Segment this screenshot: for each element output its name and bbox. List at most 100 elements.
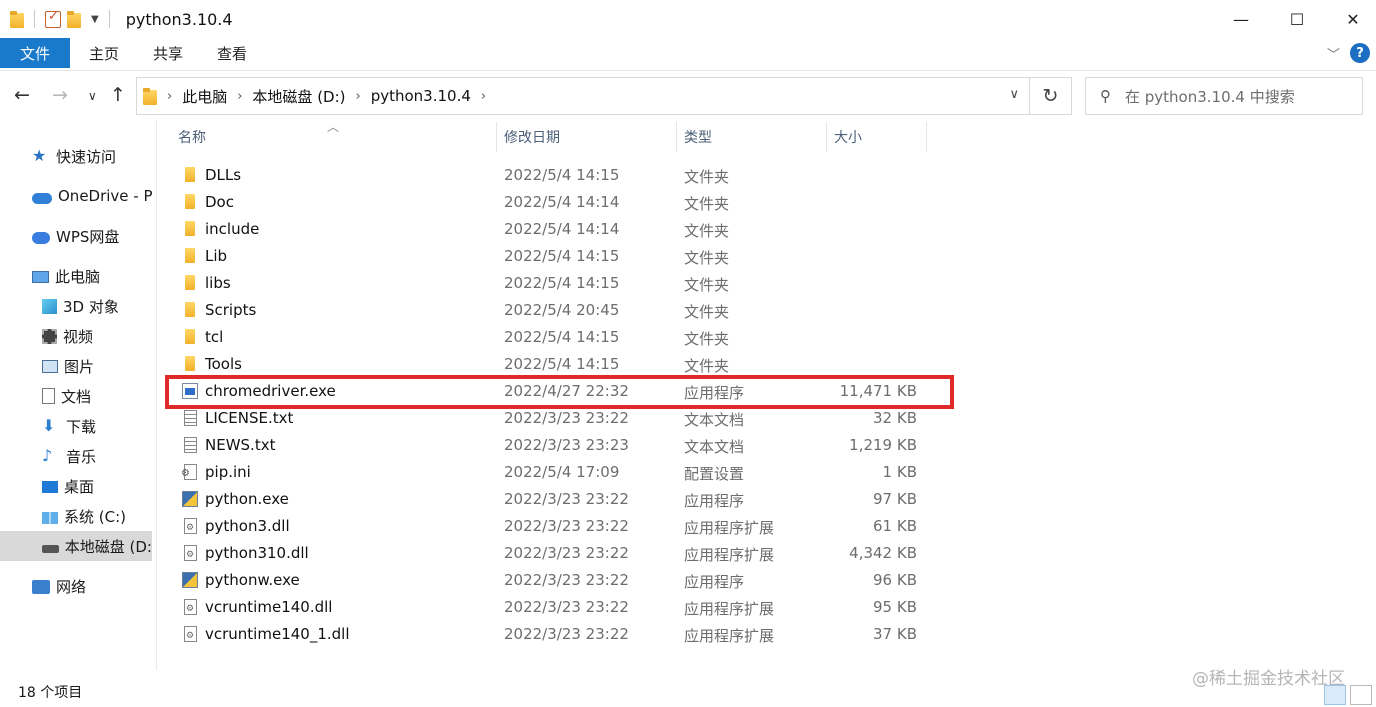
folder-icon — [185, 167, 195, 182]
table-row[interactable]: LICENSE.txt 2022/3/23 23:22 文本文档 32 KB — [165, 405, 945, 432]
maximize-button[interactable]: ☐ — [1274, 0, 1320, 38]
table-row[interactable]: vcruntime140_1.dll 2022/3/23 23:22 应用程序扩展 3… — [165, 621, 945, 648]
table-row[interactable]: libs 2022/5/4 14:15 文件夹 — [165, 270, 945, 297]
customize-toolbar-dropdown-icon[interactable]: ▼ — [91, 14, 99, 25]
sidebar-item-system-c[interactable]: 系统 (C:) — [42, 502, 126, 530]
sidebar-item-label: 图片 — [64, 357, 95, 376]
sidebar-item-quick-access[interactable]: ★ 快速访问 — [32, 142, 116, 170]
address-dropdown-chevron-icon[interactable]: ∨ — [1009, 87, 1019, 102]
file-size: 32 KB — [873, 409, 917, 427]
breadcrumb-local-disk-d[interactable]: 本地磁盘 (D:) — [252, 86, 345, 107]
new-folder-icon[interactable] — [67, 10, 81, 28]
folder-icon — [185, 302, 195, 317]
sidebar-item-network[interactable]: 网络 — [32, 572, 86, 600]
up-arrow-icon[interactable]: ↑ — [110, 84, 126, 106]
sidebar-item-wps-cloud[interactable]: WPS网盘 — [32, 222, 119, 250]
column-header-name[interactable]: 名称 — [178, 120, 206, 154]
large-icons-view-icon[interactable] — [1350, 685, 1372, 705]
breadcrumb-separator-icon[interactable]: › — [481, 89, 486, 104]
table-row[interactable]: DLLs 2022/5/4 14:15 文件夹 — [165, 162, 945, 189]
table-row[interactable]: python.exe 2022/3/23 23:22 应用程序 97 KB — [165, 486, 945, 513]
table-row[interactable]: Scripts 2022/5/4 20:45 文件夹 — [165, 297, 945, 324]
search-input[interactable]: ⚲ 在 python3.10.4 中搜索 — [1085, 77, 1363, 115]
breadcrumb-separator-icon[interactable]: › — [237, 89, 242, 104]
column-divider[interactable] — [826, 122, 827, 152]
sidebar-item-3d-objects[interactable]: 3D 对象 — [42, 292, 119, 320]
properties-icon[interactable] — [45, 9, 61, 28]
address-bar[interactable]: › 此电脑 › 本地磁盘 (D:) › python3.10.4 › ∨ — [136, 77, 1030, 115]
folder-icon — [185, 248, 195, 263]
column-header-type[interactable]: 类型 — [684, 120, 712, 154]
table-row[interactable]: pip.ini 2022/5/4 17:09 配置设置 1 KB — [165, 459, 945, 486]
file-date: 2022/5/4 14:15 — [504, 274, 620, 292]
window-title: python3.10.4 — [125, 9, 233, 29]
table-row[interactable]: NEWS.txt 2022/3/23 23:23 文本文档 1,219 KB — [165, 432, 945, 459]
sidebar-item-onedrive[interactable]: OneDrive - Pe — [32, 182, 152, 210]
onedrive-icon — [32, 192, 52, 204]
table-row[interactable]: tcl 2022/5/4 14:15 文件夹 — [165, 324, 945, 351]
sidebar-item-label: 文档 — [61, 387, 92, 406]
close-button[interactable]: ✕ — [1330, 0, 1376, 38]
document-icon — [42, 388, 55, 404]
table-row[interactable]: vcruntime140.dll 2022/3/23 23:22 应用程序扩展 95 … — [165, 594, 945, 621]
title-bar: ▼ python3.10.4 — ☐ ✕ — [0, 0, 1376, 38]
sidebar-item-local-disk-d[interactable]: 本地磁盘 (D: — [0, 531, 152, 561]
table-row[interactable]: Tools 2022/5/4 14:15 文件夹 — [165, 351, 945, 378]
file-name: Tools — [205, 355, 242, 373]
table-row[interactable]: python310.dll 2022/3/23 23:22 应用程序扩展 4,342 … — [165, 540, 945, 567]
breadcrumb-this-pc[interactable]: 此电脑 — [182, 86, 227, 107]
folder-icon — [185, 221, 195, 236]
breadcrumb-separator-icon[interactable]: › — [167, 89, 172, 104]
sidebar-item-downloads[interactable]: ⬇ 下载 — [42, 412, 96, 440]
folder-icon — [143, 87, 157, 105]
breadcrumb-separator-icon[interactable]: › — [356, 89, 361, 104]
column-divider[interactable] — [676, 122, 677, 152]
file-date: 2022/3/23 23:22 — [504, 544, 629, 562]
divider — [34, 10, 35, 28]
forward-arrow-icon[interactable]: → — [52, 84, 68, 106]
details-view-icon[interactable] — [1324, 685, 1346, 705]
sidebar-item-music[interactable]: ♪ 音乐 — [42, 442, 96, 470]
file-name: python.exe — [205, 490, 289, 508]
column-header-date[interactable]: 修改日期 — [504, 120, 560, 154]
tab-file[interactable]: 文件 — [0, 38, 70, 68]
tab-view[interactable]: 查看 — [200, 38, 264, 68]
tab-share[interactable]: 共享 — [136, 38, 200, 68]
file-name: tcl — [205, 328, 224, 346]
table-row[interactable]: include 2022/5/4 14:14 文件夹 — [165, 216, 945, 243]
column-header-size[interactable]: 大小 — [834, 120, 862, 154]
file-name: vcruntime140.dll — [205, 598, 333, 616]
expand-ribbon-chevron-icon[interactable]: ﹀ — [1327, 44, 1340, 63]
table-row[interactable]: chromedriver.exe 2022/4/27 22:32 应用程序 11,47… — [165, 378, 945, 405]
recent-locations-chevron-icon[interactable]: ∨ — [88, 89, 97, 103]
sidebar-item-documents[interactable]: 文档 — [42, 382, 91, 410]
refresh-icon[interactable]: ↻ — [1030, 77, 1072, 115]
column-divider[interactable] — [496, 122, 497, 152]
file-type: 文件夹 — [684, 357, 730, 375]
download-icon: ⬇ — [42, 416, 56, 435]
sidebar-item-label: 桌面 — [64, 477, 95, 496]
file-size: 97 KB — [873, 490, 917, 508]
file-date: 2022/3/23 23:22 — [504, 598, 629, 616]
table-row[interactable]: pythonw.exe 2022/3/23 23:22 应用程序 96 KB — [165, 567, 945, 594]
back-arrow-icon[interactable]: ← — [14, 84, 30, 106]
sidebar-item-pictures[interactable]: 图片 — [42, 352, 94, 380]
minimize-button[interactable]: — — [1218, 0, 1264, 38]
sidebar-item-label: 3D 对象 — [63, 297, 119, 316]
sidebar-item-this-pc[interactable]: 此电脑 — [32, 262, 100, 290]
column-divider[interactable] — [926, 122, 927, 152]
table-row[interactable]: python3.dll 2022/3/23 23:22 应用程序扩展 61 KB — [165, 513, 945, 540]
file-date: 2022/3/23 23:22 — [504, 517, 629, 535]
navigation-pane: ★ 快速访问 OneDrive - Pe WPS网盘 此电脑 3D 对象 视频 … — [0, 120, 152, 670]
sidebar-item-videos[interactable]: 视频 — [42, 322, 93, 350]
tab-home[interactable]: 主页 — [72, 38, 136, 68]
table-row[interactable]: Doc 2022/5/4 14:14 文件夹 — [165, 189, 945, 216]
file-type: 应用程序扩展 — [684, 546, 775, 564]
help-button[interactable]: ? — [1350, 43, 1370, 63]
table-row[interactable]: Lib 2022/5/4 14:15 文件夹 — [165, 243, 945, 270]
python-icon — [182, 491, 198, 507]
breadcrumb-python-folder[interactable]: python3.10.4 — [371, 87, 471, 105]
folder-icon — [185, 356, 195, 371]
python-icon — [182, 572, 198, 588]
sidebar-item-desktop[interactable]: 桌面 — [42, 472, 94, 500]
